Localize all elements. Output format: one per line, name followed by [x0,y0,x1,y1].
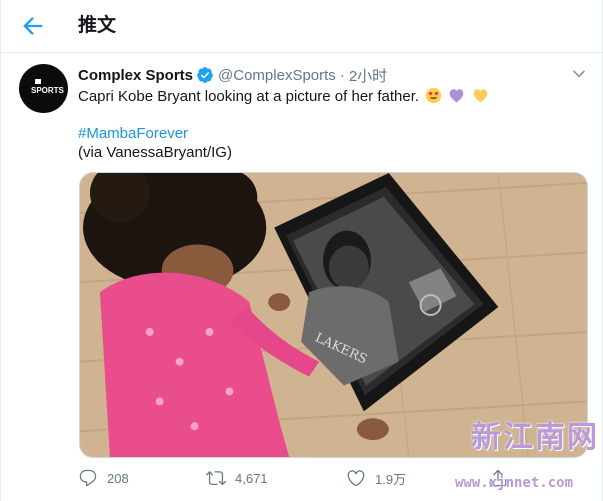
back-button[interactable] [19,12,47,40]
page-title: 推文 [78,15,117,36]
top-bar: 推文 [1,0,602,53]
retweet-button[interactable]: 4,671 [206,466,268,490]
chevron-down-icon [573,70,585,78]
author-row: Complex Sports @ComplexSports · 2小时 [78,64,387,86]
reply-count: 208 [107,470,129,486]
more-options-button[interactable] [567,62,591,86]
retweet-icon [206,471,226,486]
tweet-text: Capri Kobe Bryant looking at a picture o… [78,86,489,108]
author-handle[interactable]: @ComplexSports [218,67,336,84]
author-name[interactable]: Complex Sports [78,67,193,84]
separator-dot: · [339,66,345,84]
tweet-detail-page: 推文 SPORTS Complex Sports @ComplexSports … [0,0,603,501]
site-watermark: 新江南网 www.xjnnet.com [455,418,601,498]
arrow-left-icon [23,17,43,35]
tweet-photo[interactable]: LAKERS [79,172,588,458]
avatar-label: SPORTS [31,86,64,95]
like-button[interactable]: 1.9万 [346,466,406,490]
reply-icon [79,469,97,487]
avatar[interactable]: SPORTS [19,64,68,113]
retweet-count: 4,671 [235,470,268,486]
photo-image: LAKERS [80,173,587,457]
hashtag-link[interactable]: #MambaForever [78,124,188,144]
verified-badge-icon [196,66,214,84]
tweet-body: Capri Kobe Bryant looking at a picture o… [78,88,420,105]
timestamp[interactable]: 2小时 [349,65,387,86]
complex-logo: SPORTS [31,79,64,99]
watermark-url: www.xjnnet.com [455,475,574,491]
heart-eyes-emoji-icon [425,87,442,104]
heart-icon [347,470,365,487]
reply-button[interactable]: 208 [78,466,129,490]
credit-text: (via VanessaBryant/IG) [78,144,232,161]
watermark-title: 新江南网 [471,420,599,455]
yellow-heart-emoji-icon [472,87,489,104]
purple-heart-emoji-icon [448,87,465,104]
like-count: 1.9万 [375,471,407,487]
